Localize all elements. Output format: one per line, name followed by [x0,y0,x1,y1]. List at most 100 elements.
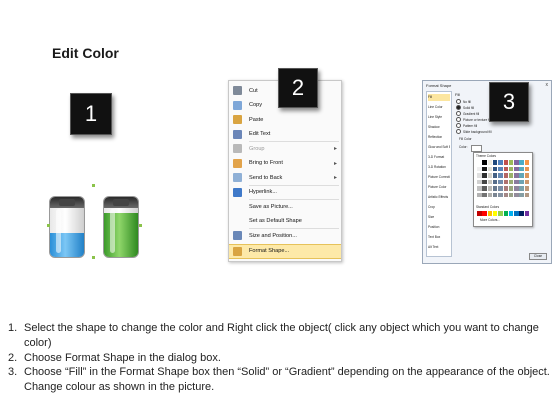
more-colors-link[interactable]: More Colors... [480,218,500,222]
menu-item-hyperlink[interactable]: Hyperlink... [229,186,341,199]
color-swatch[interactable] [482,160,487,165]
menu-item-send-to-back[interactable]: Send to Back ▸ [229,171,341,184]
color-swatch[interactable] [519,160,524,165]
fill-option-radio[interactable]: Solid fill [456,105,474,110]
color-swatch[interactable] [514,179,519,184]
selection-handle[interactable] [92,184,95,187]
category-item[interactable]: Position [428,224,450,231]
green-battery[interactable] [103,196,139,258]
color-swatch[interactable] [519,173,524,178]
category-item[interactable]: Alt Text [428,244,450,251]
standard-color-swatch[interactable] [524,211,530,216]
fill-option-radio[interactable]: Gradient fill [456,111,479,116]
color-swatch[interactable] [492,179,498,184]
color-swatch[interactable] [477,173,482,178]
selection-handle[interactable] [47,224,50,227]
menu-item-group[interactable]: Group ▸ [229,142,341,155]
category-item[interactable]: Picture Color [428,184,450,191]
color-swatch[interactable] [477,179,482,184]
close-icon[interactable]: x [546,82,549,88]
color-swatch[interactable] [503,166,508,171]
fill-option-radio[interactable]: No fill [456,99,471,104]
color-swatch[interactable] [524,173,530,178]
color-swatch[interactable] [524,179,530,184]
color-swatch[interactable] [482,192,487,197]
color-swatch[interactable] [487,173,493,178]
color-swatch[interactable] [519,166,524,171]
color-swatch[interactable] [492,166,498,171]
color-swatch[interactable] [498,166,503,171]
color-dropdown-button[interactable] [471,145,482,152]
color-swatch[interactable] [508,173,514,178]
fill-option-radio[interactable]: Slide background fill [456,129,492,134]
color-swatch[interactable] [487,166,493,171]
color-swatch[interactable] [482,186,487,191]
standard-color-swatch[interactable] [508,211,514,216]
menu-item-bring-to-front[interactable]: Bring to Front ▸ [229,157,341,170]
color-swatch[interactable] [482,179,487,184]
menu-item-set-as-default-shape[interactable]: Set as Default Shape [229,215,341,228]
color-swatch[interactable] [508,179,514,184]
category-item[interactable]: Reflection [428,134,450,141]
category-item[interactable]: Fill [428,94,450,101]
menu-item-size-and-position[interactable]: Size and Position... [229,229,341,242]
color-swatch[interactable] [492,186,498,191]
color-swatch[interactable] [524,186,530,191]
color-swatch[interactable] [487,160,493,165]
color-swatch[interactable] [482,166,487,171]
standard-color-swatch[interactable] [514,211,519,216]
blue-battery[interactable] [49,196,85,258]
color-swatch[interactable] [487,192,493,197]
category-item[interactable]: Artistic Effects [428,194,450,201]
color-swatch[interactable] [508,186,514,191]
color-swatch[interactable] [498,160,503,165]
category-item[interactable]: 3-D Rotation [428,164,450,171]
standard-color-swatch[interactable] [519,211,524,216]
color-swatch[interactable] [508,192,514,197]
color-swatch[interactable] [519,186,524,191]
color-swatch[interactable] [477,160,482,165]
color-swatch[interactable] [514,186,519,191]
color-swatch[interactable] [487,186,493,191]
selection-handle[interactable] [139,224,142,227]
color-swatch[interactable] [514,173,519,178]
color-swatch[interactable] [492,192,498,197]
color-swatch[interactable] [519,179,524,184]
menu-item-edit-text[interactable]: Edit Text [229,128,341,141]
color-swatch[interactable] [498,173,503,178]
color-swatch[interactable] [503,160,508,165]
color-swatch[interactable] [524,192,530,197]
color-swatch[interactable] [514,192,519,197]
color-swatch[interactable] [508,166,514,171]
fill-option-radio[interactable]: Picture or texture fill [456,117,491,122]
standard-color-swatch[interactable] [482,211,487,216]
color-swatch[interactable] [524,160,530,165]
color-swatch[interactable] [503,179,508,184]
color-swatch[interactable] [508,160,514,165]
color-swatch[interactable] [477,186,482,191]
category-item[interactable]: Crop [428,204,450,211]
category-item[interactable]: 3-D Format [428,154,450,161]
color-swatch[interactable] [498,179,503,184]
color-swatch[interactable] [519,192,524,197]
close-button[interactable]: Close [529,253,547,260]
category-item[interactable]: Line Color [428,104,450,111]
standard-color-swatch[interactable] [498,211,503,216]
menu-item-format-shape[interactable]: Format Shape... [229,243,341,259]
color-swatch[interactable] [514,166,519,171]
color-swatch[interactable] [524,166,530,171]
color-swatch[interactable] [492,173,498,178]
color-swatch[interactable] [503,192,508,197]
color-swatch[interactable] [503,173,508,178]
standard-color-swatch[interactable] [503,211,508,216]
color-swatch[interactable] [492,160,498,165]
color-swatch[interactable] [487,179,493,184]
color-swatch[interactable] [477,166,482,171]
standard-color-swatch[interactable] [492,211,498,216]
color-swatch[interactable] [498,186,503,191]
menu-item-save-as-picture[interactable]: Save as Picture... [229,200,341,213]
color-swatch[interactable] [514,160,519,165]
fill-option-radio[interactable]: Pattern fill [456,123,477,128]
selection-handle[interactable] [92,256,95,259]
standard-color-swatch[interactable] [487,211,493,216]
